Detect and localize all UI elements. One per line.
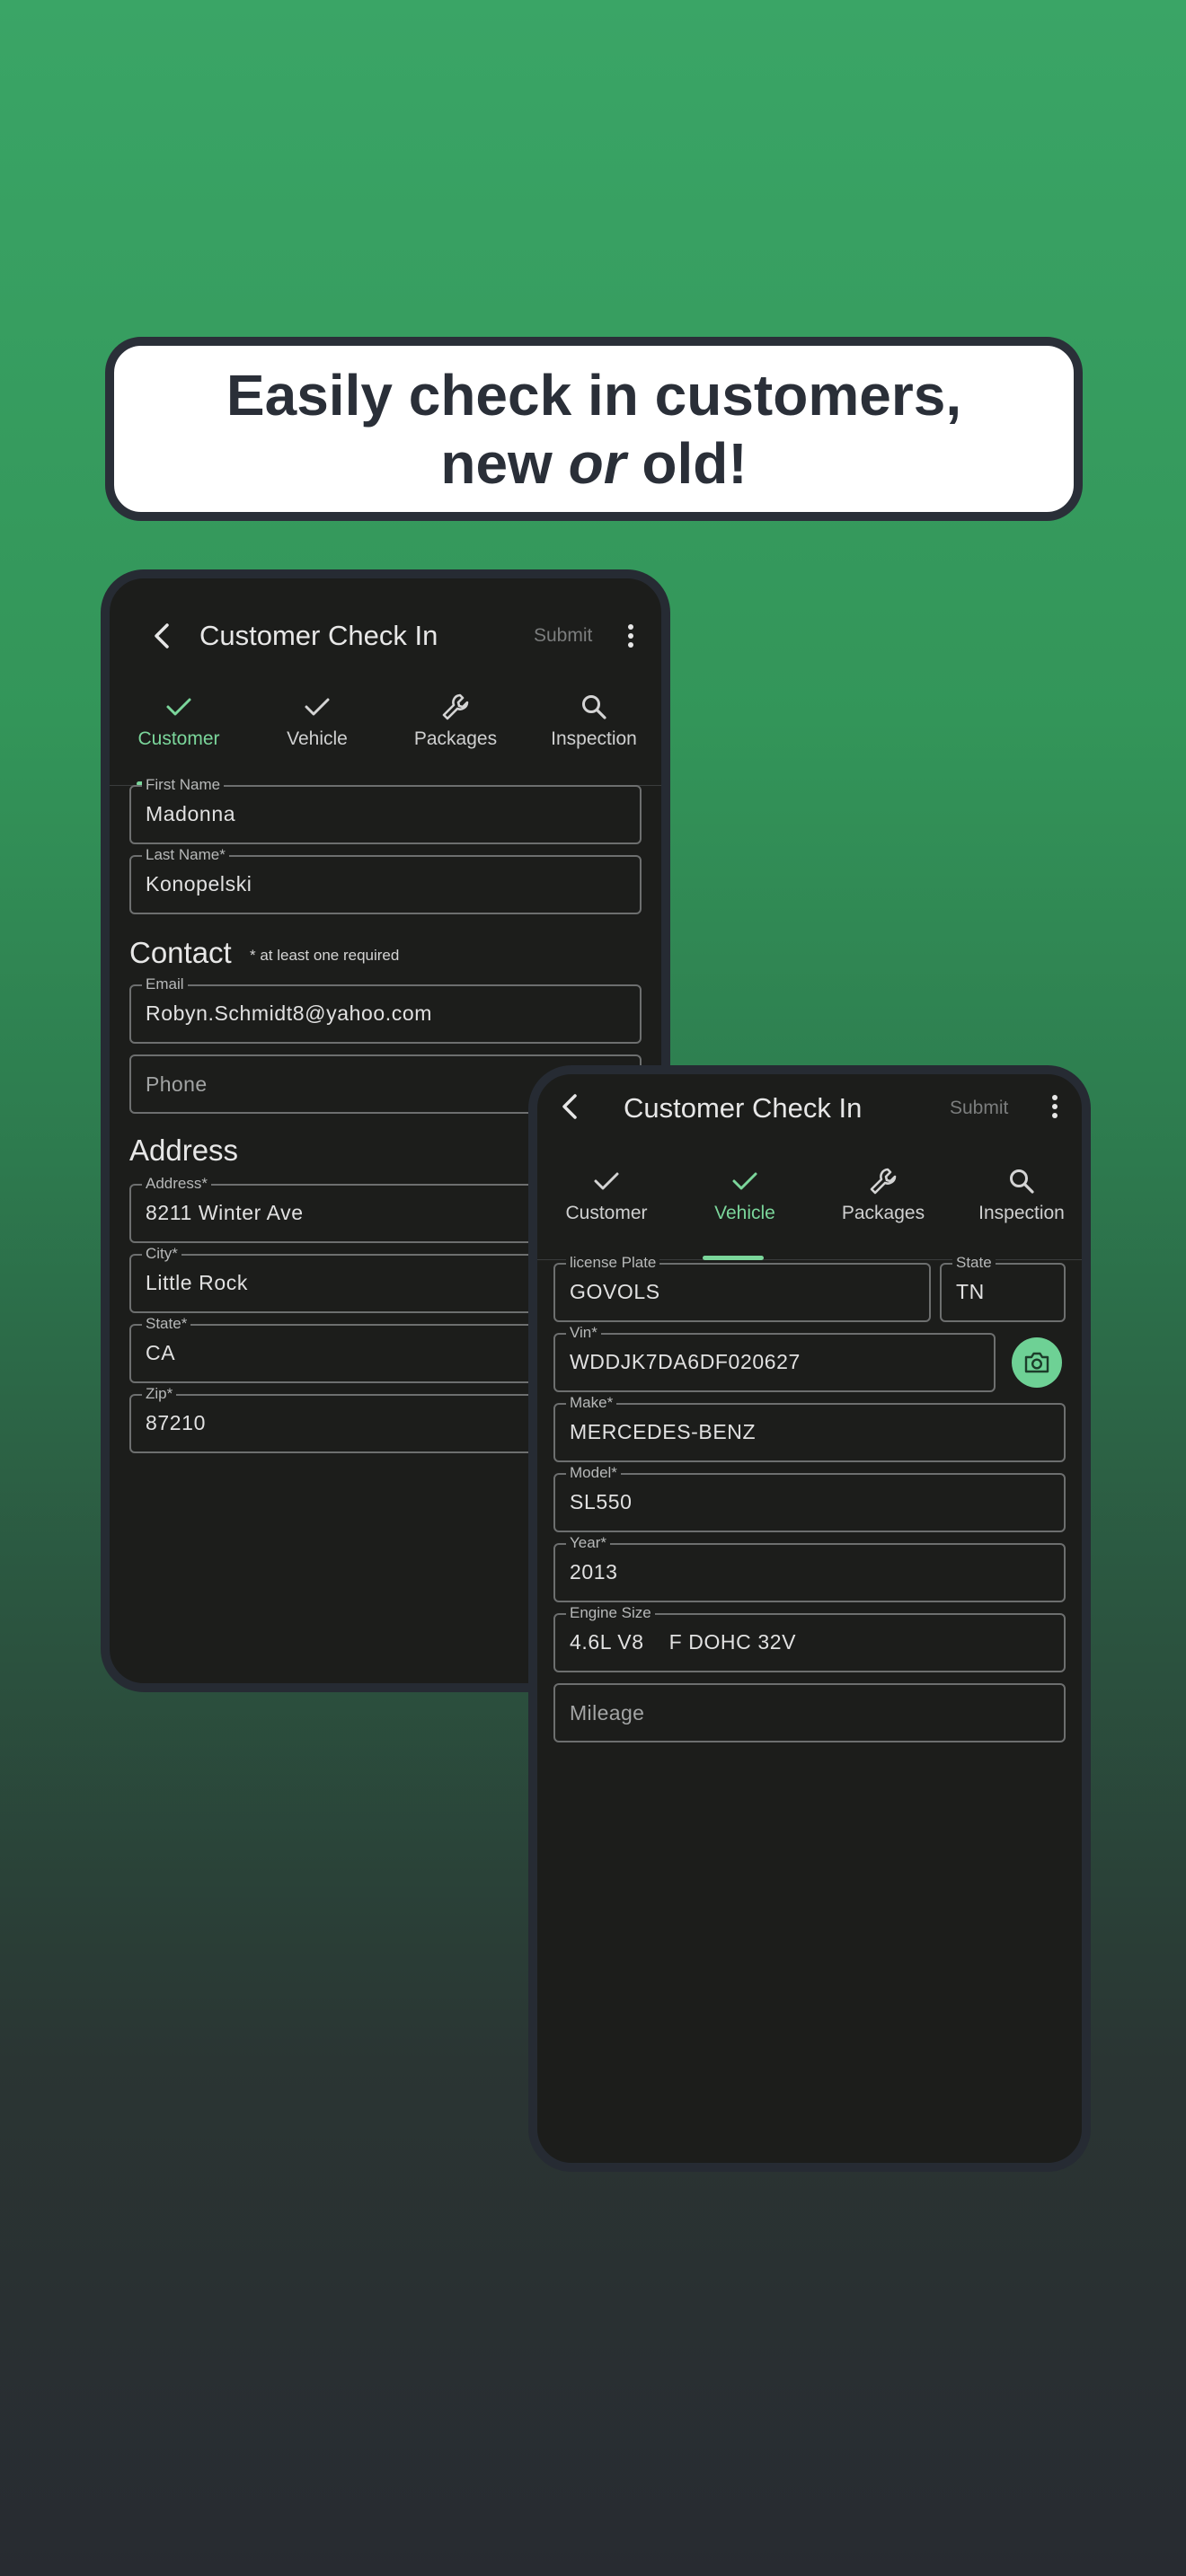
chevron-left-icon (562, 1094, 577, 1119)
check-icon (166, 698, 191, 716)
field-label: Make* (566, 1394, 617, 1412)
tab-bar: Customer Vehicle Packages Inspection (110, 686, 661, 786)
tab-vehicle[interactable]: Vehicle (248, 686, 386, 785)
tab-bar: Customer Vehicle Packages Inspection (537, 1160, 1082, 1260)
field-label: Zip* (142, 1385, 177, 1403)
field-placeholder: Mileage (570, 1701, 645, 1725)
mileage-field[interactable]: Mileage (553, 1683, 1066, 1742)
make-field[interactable]: Make* MERCEDES-BENZ (553, 1394, 1066, 1462)
field-label: license Plate (566, 1254, 660, 1272)
back-button[interactable] (550, 1087, 589, 1126)
headline-text: old! (625, 430, 748, 496)
first-name-field[interactable]: First Name Madonna (129, 776, 642, 844)
field-value: WDDJK7DA6DF020627 (570, 1350, 801, 1373)
wrench-icon (442, 693, 469, 720)
field-label: Model* (566, 1464, 621, 1482)
field-value: Konopelski (146, 872, 252, 895)
tab-packages[interactable]: Packages (814, 1160, 952, 1259)
page-title: Customer Check In (624, 1092, 863, 1124)
field-label: Vin* (566, 1324, 601, 1342)
field-value: 2013 (570, 1560, 618, 1584)
plate-state-field[interactable]: State TN (940, 1254, 1066, 1322)
contact-required-note: * at least one required (250, 947, 400, 964)
page-title: Customer Check In (199, 620, 438, 651)
submit-button[interactable]: Submit (534, 625, 592, 647)
field-label: First Name (142, 776, 225, 794)
field-value: GOVOLS (570, 1280, 660, 1303)
email-field[interactable]: Email Robyn.Schmidt8@yahoo.com (129, 975, 642, 1044)
contact-heading: Contact (129, 936, 232, 969)
tab-packages[interactable]: Packages (386, 686, 525, 785)
tab-label: Packages (413, 728, 498, 749)
more-options-button[interactable] (1041, 1087, 1068, 1126)
chevron-left-icon (155, 623, 169, 648)
field-value: Little Rock (146, 1271, 248, 1294)
headline-emphasis: or (568, 430, 626, 496)
tab-label: Vehicle (287, 728, 348, 749)
field-label: City* (142, 1245, 181, 1263)
more-options-button[interactable] (617, 616, 644, 656)
field-value: TN (956, 1280, 985, 1303)
tab-label: Inspection (978, 1203, 1065, 1223)
field-label: State (952, 1254, 996, 1272)
check-icon (732, 1172, 757, 1190)
tab-vehicle[interactable]: Vehicle (676, 1160, 814, 1259)
app-bar: Customer Check In Submit (110, 578, 661, 677)
field-value: 8211 Winter Ave (146, 1201, 304, 1224)
model-field[interactable]: Model* SL550 (553, 1464, 1066, 1532)
wrench-icon (870, 1168, 897, 1195)
field-value: CA (146, 1341, 176, 1364)
headline-line-2: new or old! (440, 429, 747, 498)
active-tab-indicator (703, 1256, 764, 1260)
camera-icon (1024, 1352, 1049, 1373)
field-value: SL550 (570, 1490, 633, 1513)
field-label: Year* (566, 1534, 610, 1552)
field-value: Madonna (146, 802, 236, 825)
last-name-field[interactable]: Last Name* Konopelski (129, 846, 642, 914)
more-vertical-icon (628, 624, 633, 648)
more-vertical-icon (1052, 1095, 1058, 1118)
field-label: Engine Size (566, 1604, 655, 1622)
field-value: MERCEDES-BENZ (570, 1420, 757, 1443)
app-bar: Customer Check In Submit (537, 1074, 1082, 1173)
address-heading: Address (129, 1134, 239, 1167)
tab-inspection[interactable]: Inspection (952, 1160, 1082, 1259)
check-icon (594, 1172, 619, 1190)
field-value: 87210 (146, 1411, 206, 1434)
check-icon (305, 698, 330, 716)
field-label: Email (142, 975, 188, 993)
vin-field[interactable]: Vin* WDDJK7DA6DF020627 (553, 1324, 996, 1392)
field-label: Address* (142, 1175, 211, 1193)
headline-line-1: Easily check in customers, (226, 362, 962, 428)
field-value: 4.6L V8 F DOHC 32V (570, 1630, 797, 1654)
field-placeholder: Phone (146, 1072, 208, 1096)
headline-text: new (440, 430, 569, 496)
search-icon (582, 695, 606, 719)
headline-banner: Easily check in customers, new or old! (105, 337, 1083, 521)
tab-customer[interactable]: Customer (110, 686, 248, 785)
field-label: Last Name* (142, 846, 229, 864)
tab-label: Customer (565, 1203, 648, 1223)
year-field[interactable]: Year* 2013 (553, 1534, 1066, 1602)
tab-label: Inspection (551, 728, 637, 749)
tab-label: Vehicle (714, 1203, 775, 1223)
engine-size-field[interactable]: Engine Size 4.6L V8 F DOHC 32V (553, 1604, 1066, 1672)
field-value: Robyn.Schmidt8@yahoo.com (146, 1001, 433, 1025)
tab-inspection[interactable]: Inspection (525, 686, 661, 785)
scan-vin-button[interactable] (1012, 1337, 1062, 1388)
license-plate-field[interactable]: license Plate GOVOLS (553, 1254, 931, 1322)
field-label: State* (142, 1315, 191, 1333)
phone-vehicle-screen: Customer Check In Submit Customer Vehicl… (528, 1065, 1091, 2172)
tab-label: Customer (137, 728, 220, 749)
submit-button[interactable]: Submit (950, 1098, 1008, 1119)
tab-label: Packages (841, 1203, 925, 1223)
back-button[interactable] (142, 616, 181, 656)
search-icon (1010, 1169, 1034, 1194)
tab-customer[interactable]: Customer (537, 1160, 676, 1259)
